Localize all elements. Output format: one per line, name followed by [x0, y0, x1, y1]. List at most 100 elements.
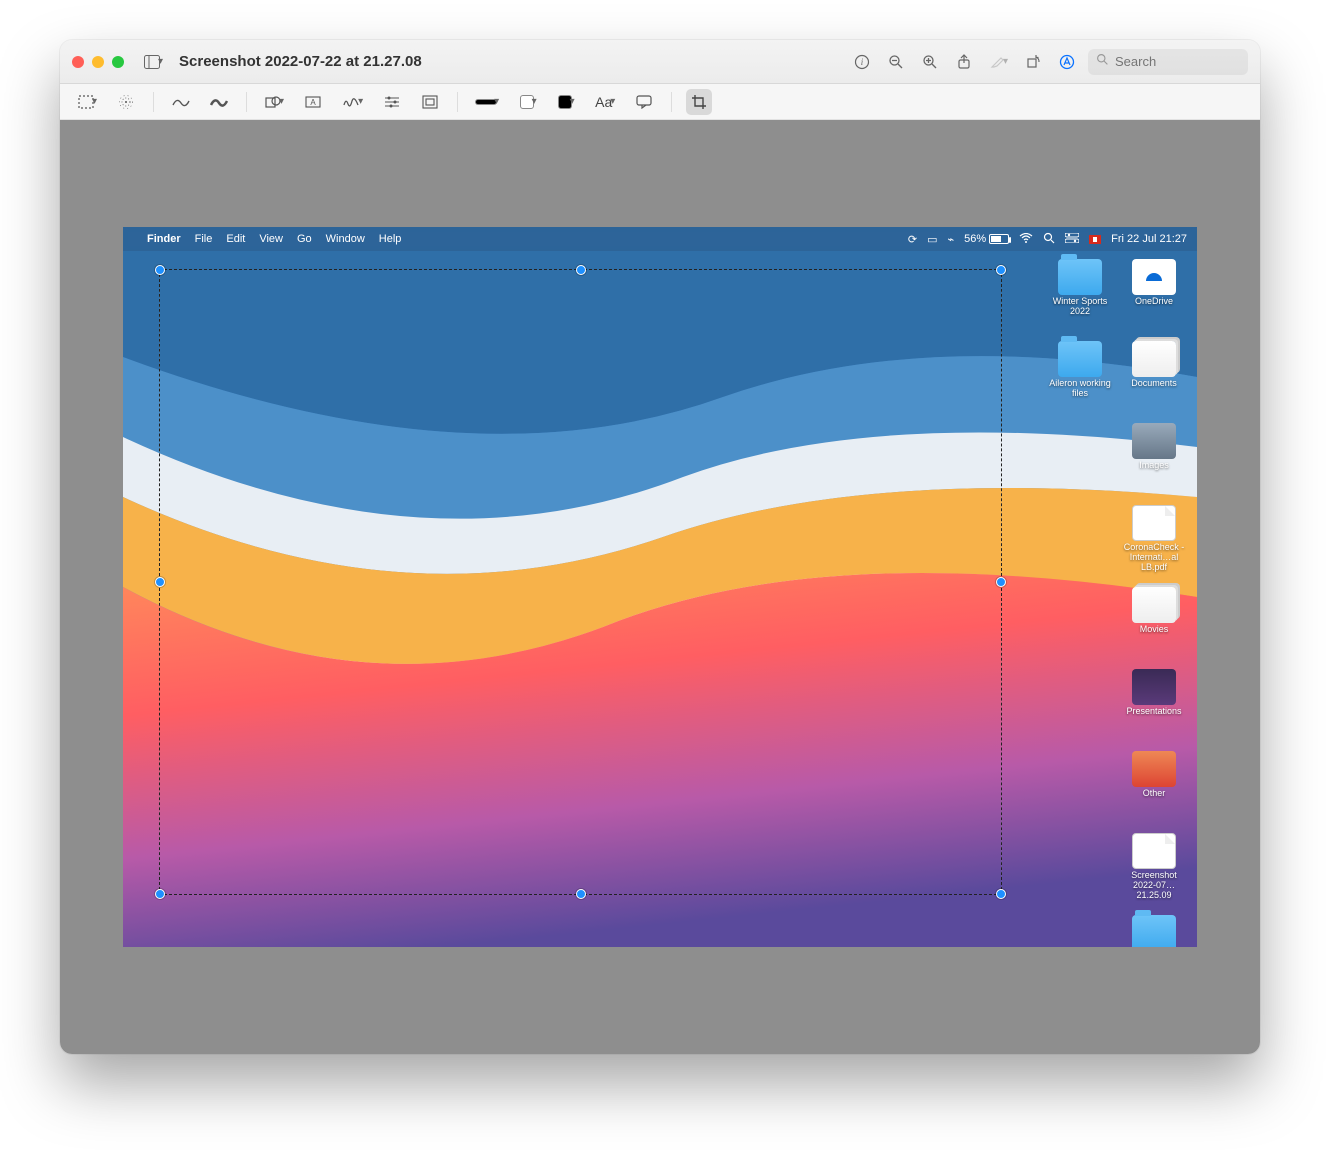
desktop-icon[interactable]: Aileron working files — [1045, 341, 1115, 419]
desktop-icon[interactable]: Movies — [1119, 587, 1189, 665]
menubar-datetime[interactable]: Fri 22 Jul 21:27 — [1111, 233, 1187, 245]
bluetooth-icon[interactable]: ⌁ — [948, 233, 955, 246]
chevron-down-icon: ▾ — [532, 96, 537, 107]
minimize-button[interactable] — [92, 56, 104, 68]
zoom-in-button[interactable] — [917, 49, 943, 75]
input-source-flag-icon[interactable] — [1089, 235, 1101, 244]
menu-edit[interactable]: Edit — [226, 233, 245, 245]
menu-file[interactable]: File — [195, 233, 213, 245]
desktop-icon[interactable]: England Summer 2022 — [1119, 915, 1189, 947]
stack-icon — [1132, 587, 1176, 623]
search-input[interactable] — [1115, 54, 1225, 69]
menu-help[interactable]: Help — [379, 233, 402, 245]
rotate-button[interactable] — [1020, 49, 1046, 75]
thumb-purple-icon — [1132, 669, 1176, 705]
instant-alpha-button[interactable] — [113, 89, 139, 115]
folder-icon — [1132, 915, 1176, 947]
crop-handle-nw[interactable] — [155, 265, 165, 275]
menubar-app-name[interactable]: Finder — [147, 233, 181, 245]
canvas-area[interactable]: Finder File Edit View Go Window Help ⟳ ▭… — [60, 120, 1260, 1054]
desktop-icon[interactable]: Other — [1119, 751, 1189, 829]
desktop-icon[interactable]: OneDrive — [1119, 259, 1189, 337]
share-button[interactable] — [951, 49, 977, 75]
chevron-down-icon: ▾ — [158, 56, 163, 67]
docfile-icon — [1132, 505, 1176, 541]
annotate-button[interactable] — [631, 89, 657, 115]
desktop-icon[interactable]: Winter Sports 2022 — [1045, 259, 1115, 337]
docfile-icon — [1132, 833, 1176, 869]
desktop-icon-label: Movies — [1140, 625, 1169, 635]
stack-icon — [1132, 341, 1176, 377]
desktop-icon-label: Aileron working files — [1046, 379, 1114, 399]
search-field[interactable] — [1088, 49, 1248, 75]
menu-window[interactable]: Window — [326, 233, 365, 245]
crop-handle-s[interactable] — [576, 889, 586, 899]
crop-handle-e[interactable] — [996, 577, 1006, 587]
wifi-icon[interactable] — [1019, 233, 1033, 246]
crop-handle-sw[interactable] — [155, 889, 165, 899]
svg-text:A: A — [310, 98, 316, 107]
shapes-button[interactable]: ▾ — [261, 89, 288, 115]
sidebar-toggle-button[interactable]: ▾ — [140, 49, 167, 75]
adjust-color-button[interactable] — [379, 89, 405, 115]
desktop-icon-label: OneDrive — [1135, 297, 1173, 307]
sync-icon[interactable]: ⟳ — [908, 233, 917, 246]
crop-handle-n[interactable] — [576, 265, 586, 275]
spotlight-icon[interactable] — [1043, 232, 1055, 247]
window-title: Screenshot 2022-07-22 at 21.27.08 — [179, 53, 422, 70]
crop-selection[interactable] — [159, 269, 1002, 895]
adjust-size-button[interactable] — [417, 89, 443, 115]
divider — [457, 92, 458, 112]
zoom-button[interactable] — [112, 56, 124, 68]
crop-tool-button[interactable] — [686, 89, 712, 115]
divider — [671, 92, 672, 112]
desktop-icon[interactable]: CoronaCheck - Internati…al LB.pdf — [1119, 505, 1189, 583]
crop-handle-w[interactable] — [155, 577, 165, 587]
desktop-icon-label: Presentations — [1126, 707, 1181, 717]
menu-go[interactable]: Go — [297, 233, 312, 245]
info-button[interactable]: i — [849, 49, 875, 75]
menu-view[interactable]: View — [259, 233, 283, 245]
desktop-icon-label: Other — [1143, 789, 1166, 799]
fill-color-button[interactable]: ▾ — [553, 89, 579, 115]
markup-toggle-button[interactable] — [1054, 49, 1080, 75]
battery-percent: 56% — [964, 233, 986, 245]
desktop-icon-label: Screenshot 2022-07…21.25.09 — [1120, 871, 1188, 901]
sketch-tool-button[interactable] — [168, 89, 194, 115]
control-center-icon[interactable] — [1065, 233, 1079, 246]
battery-indicator[interactable]: 56% — [964, 233, 1009, 245]
close-button[interactable] — [72, 56, 84, 68]
chevron-down-icon: ▾ — [358, 96, 363, 107]
screenshot-image: Finder File Edit View Go Window Help ⟳ ▭… — [123, 227, 1197, 947]
desktop-icon-label: Winter Sports 2022 — [1046, 297, 1114, 317]
divider — [246, 92, 247, 112]
highlight-button[interactable]: ▾ — [985, 49, 1012, 75]
titlebar: ▾ Screenshot 2022-07-22 at 21.27.08 i ▾ — [60, 40, 1260, 84]
desktop-icon[interactable]: Screenshot 2022-07…21.25.09 — [1119, 833, 1189, 911]
chevron-down-icon: ▾ — [1003, 56, 1008, 67]
shape-style-button[interactable]: ▾ — [472, 89, 503, 115]
desktop-icon[interactable]: Presentations — [1119, 669, 1189, 747]
crop-handle-ne[interactable] — [996, 265, 1006, 275]
desktop-icon-label: CoronaCheck - Internati…al LB.pdf — [1120, 543, 1188, 573]
thumb-img-icon — [1132, 423, 1176, 459]
desktop-icon[interactable]: Images — [1119, 423, 1189, 501]
window-controls — [72, 56, 124, 68]
markup-toolbar: ▾ ▾ A ▾ ▾ ▾ ▾ Aa▾ — [60, 84, 1260, 120]
svg-text:i: i — [861, 57, 864, 67]
sign-button[interactable]: ▾ — [338, 89, 367, 115]
desktop-icon[interactable]: Documents — [1119, 341, 1189, 419]
chevron-down-icon: ▾ — [92, 96, 97, 107]
border-color-button[interactable]: ▾ — [515, 89, 541, 115]
zoom-out-button[interactable] — [883, 49, 909, 75]
text-tool-button[interactable]: A — [300, 89, 326, 115]
desktop-icon-label: Documents — [1131, 379, 1177, 389]
crop-handle-se[interactable] — [996, 889, 1006, 899]
display-icon[interactable]: ▭ — [927, 233, 937, 246]
folder-icon — [1058, 341, 1102, 377]
draw-tool-button[interactable] — [206, 89, 232, 115]
app-icon — [1132, 259, 1176, 295]
folder-icon — [1058, 259, 1102, 295]
text-style-button[interactable]: Aa▾ — [591, 89, 619, 115]
selection-tool-button[interactable]: ▾ — [74, 89, 101, 115]
